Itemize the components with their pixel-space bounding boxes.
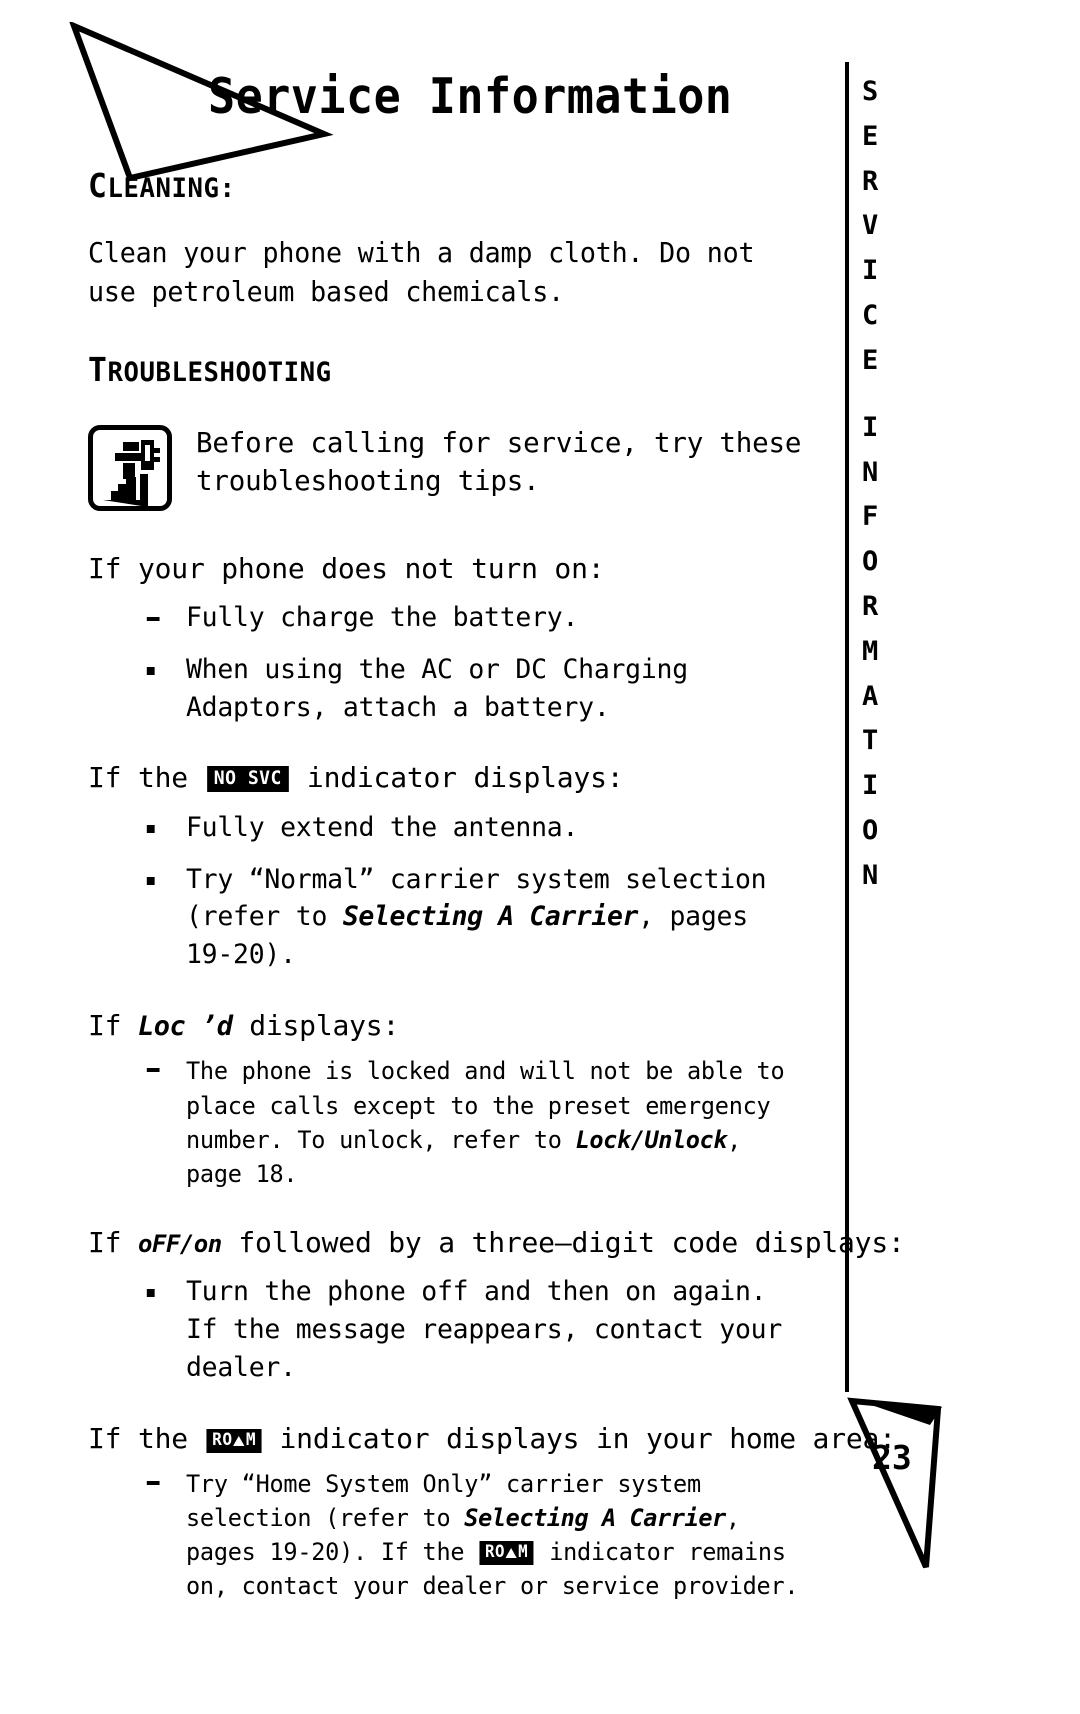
offon-lcd-text: oFF/on <box>137 1229 222 1258</box>
heading-suffix: : <box>219 173 236 204</box>
side-tab-letter: N <box>862 456 879 488</box>
problem-question-no-power: If your phone does not turn on: <box>88 551 818 587</box>
side-tab-letter: R <box>862 590 879 622</box>
hand-with-tool-icon <box>88 424 172 511</box>
manual-page: Service Information CLEANING: Clean your… <box>0 0 1080 1714</box>
roam-chip-label: RO M <box>212 1430 256 1450</box>
problem-question-offon: If oFF/on followed by a three–digit code… <box>88 1225 905 1261</box>
roam-chip-part: M <box>245 1429 256 1450</box>
question-suffix: indicator displays: <box>290 761 624 795</box>
bullet-list-no-svc: Fully extend the antenna. Try “Normal” c… <box>88 809 818 974</box>
bullet-list-locd: The phone is locked and will not be able… <box>88 1054 818 1190</box>
cross-reference-title: Selecting A Carrier <box>464 1504 726 1532</box>
section-heading-cleaning: CLEANING: <box>88 166 782 205</box>
question-suffix: followed by a three–digit code displays: <box>221 1225 905 1259</box>
page-header: Service Information <box>0 0 830 182</box>
troubleshooting-tip-text: Before calling for service, try these tr… <box>196 426 802 497</box>
side-tab-rule <box>845 62 849 1392</box>
hand-with-tool-glyph <box>103 439 160 506</box>
side-tab-letter: V <box>862 210 879 242</box>
page-number: 23 <box>872 1438 912 1477</box>
list-item: Try “Home System Only” carrier system se… <box>88 1467 803 1603</box>
side-tab-letter: I <box>862 770 879 802</box>
cross-reference-title: Lock/Unlock <box>575 1125 728 1154</box>
roam-chip-part: RO <box>485 1542 506 1563</box>
side-tab-letter: I <box>862 255 879 287</box>
roam-chip-part: M <box>518 1542 529 1563</box>
roam-indicator-chip: RO M <box>206 1428 262 1453</box>
side-tab-letter: T <box>862 725 879 757</box>
side-tab-letter: C <box>862 300 879 332</box>
troubleshooting-tip-row: Before calling for service, try these tr… <box>88 419 818 511</box>
side-tab-letter: I <box>862 411 879 443</box>
cross-reference-title: Selecting A Carrier <box>342 901 639 933</box>
no-svc-indicator-chip: NO SVC <box>206 766 289 793</box>
locd-lcd-text: Loc ’d <box>137 1011 233 1043</box>
list-item: When using the AC or DC Charging Adaptor… <box>88 651 803 727</box>
question-prefix: If <box>88 1009 138 1043</box>
list-item: Fully charge the battery. <box>88 599 803 637</box>
problem-question-no-svc: If the NO SVC indicator displays: <box>88 760 818 796</box>
list-item: Try “Normal” carrier system selection (r… <box>88 861 803 974</box>
heading-rest: LEANING <box>107 173 220 204</box>
triangle-icon <box>233 1435 245 1446</box>
list-item-text: Fully extend the antenna. <box>186 811 579 843</box>
roam-chip-label: RO M <box>485 1542 528 1562</box>
side-tab-letter: S <box>862 76 879 107</box>
side-tab-service-information: SERVICEINFORMATION <box>862 70 922 899</box>
question-prefix: If <box>88 1225 138 1259</box>
side-tab-letter: O <box>862 546 879 578</box>
question-prefix: If the <box>88 1421 205 1455</box>
bullet-list-offon: Turn the phone off and then on again. If… <box>88 1273 818 1386</box>
problem-question-roam: If the RO M indicator displays in your ho… <box>88 1421 896 1457</box>
cleaning-body-text: Clean your phone with a damp cloth. Do n… <box>88 237 755 309</box>
corner-triangle-bottom-decoration <box>847 1397 942 1569</box>
problem-question-locd: If Loc ’d displays: <box>88 1008 818 1044</box>
list-item-text: Turn the phone off and then on again. If… <box>186 1276 783 1383</box>
side-tab-letter: M <box>862 635 879 667</box>
side-tab-spacer <box>862 384 922 406</box>
side-tab-letter: N <box>862 859 879 891</box>
list-item-text: When using the AC or DC Charging Adaptor… <box>186 653 688 723</box>
heading-initial-cap: C <box>88 166 108 205</box>
heading-rest: ROUBLESHOOTING <box>107 357 332 389</box>
question-suffix: displays: <box>232 1009 400 1043</box>
list-item: Fully extend the antenna. <box>88 809 803 847</box>
bullet-list-no-power: Fully charge the battery. When using the… <box>88 599 818 726</box>
side-tab-letter: R <box>862 165 879 197</box>
heading-initial-cap: T <box>88 350 108 390</box>
page-title: Service Information <box>208 68 733 125</box>
roam-chip-part: RO <box>211 1429 233 1450</box>
list-item-text: Fully charge the battery. <box>186 602 579 634</box>
side-tab-letter: E <box>862 120 879 152</box>
triangle-icon <box>506 1548 518 1559</box>
side-tab-letter: O <box>862 815 879 846</box>
section-heading-troubleshooting: TROUBLESHOOTING <box>88 352 782 388</box>
list-item: Turn the phone off and then on again. If… <box>88 1273 803 1386</box>
question-suffix: indicator displays in your home area: <box>262 1421 897 1455</box>
side-tab-letter: F <box>862 501 879 533</box>
page-content: CLEANING: Clean your phone with a damp c… <box>88 166 905 1603</box>
question-text: If your phone does not turn on: <box>88 551 605 585</box>
side-tab-letter: E <box>862 344 879 376</box>
side-tab-letter: A <box>862 680 879 712</box>
list-item: The phone is locked and will not be able… <box>88 1054 803 1190</box>
roam-indicator-chip-inline: RO M <box>479 1541 534 1566</box>
bullet-list-roam: Try “Home System Only” carrier system se… <box>88 1467 818 1603</box>
question-prefix: If the <box>88 761 205 795</box>
